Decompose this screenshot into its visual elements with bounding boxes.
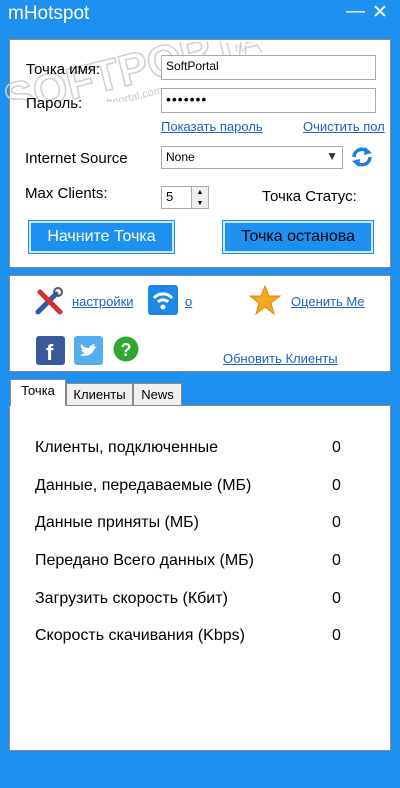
password-input[interactable]: ••••••• [161, 88, 376, 113]
chevron-down-icon: ▼ [326, 149, 338, 163]
settings-tools-icon[interactable] [34, 286, 66, 316]
stepper-buttons: ▲ ▼ [191, 187, 208, 208]
internet-source-select[interactable]: None ▼ [161, 146, 343, 169]
tab-hotspot[interactable]: Точка [10, 379, 66, 406]
stat-label: Передано Всего данных (МБ) [35, 552, 254, 569]
tab-clients[interactable]: Клиенты [66, 383, 133, 407]
stat-value: 0 [332, 627, 341, 644]
stat-label: Загрузить скорость (Кбит) [35, 590, 228, 607]
svg-text:f: f [46, 340, 54, 365]
tab-news[interactable]: News [133, 383, 182, 407]
start-hotspot-button[interactable]: Начните Точка [28, 220, 175, 254]
rate-me-link[interactable]: Оценить Me [291, 294, 364, 309]
max-clients-label: Max Clients: [25, 185, 108, 202]
stat-value: 0 [332, 439, 341, 456]
stat-value: 0 [332, 514, 341, 531]
stat-label: Скорость скачивания (Kbps) [35, 627, 245, 644]
stat-value: 0 [332, 590, 341, 607]
svg-text:?: ? [121, 340, 132, 360]
show-password-link[interactable]: Показать пароль [161, 119, 263, 134]
close-button[interactable]: ✕ [372, 1, 388, 24]
app-title: mHotspot [8, 3, 90, 24]
stat-label: Данные, передаваемые (МБ) [35, 477, 252, 494]
internet-source-value: None [166, 150, 195, 164]
settings-link[interactable]: настройки [72, 294, 134, 309]
stop-hotspot-button[interactable]: Точка останова [222, 220, 374, 254]
hotspot-name-label: Точка имя: [26, 61, 101, 78]
refresh-clients-link[interactable]: Обновить Клиенты [223, 351, 338, 366]
stepper-up-icon[interactable]: ▲ [192, 187, 208, 198]
clear-password-link[interactable]: Очистить пол [303, 119, 385, 134]
refresh-icon[interactable] [350, 145, 374, 169]
password-label: Пароль: [26, 95, 83, 112]
star-icon[interactable] [249, 285, 281, 315]
title-bar: mHotspot — ✕ [0, 0, 400, 28]
facebook-icon[interactable]: f [36, 336, 65, 365]
stepper-down-icon[interactable]: ▼ [192, 197, 208, 208]
hotspot-status-label: Точка Статус: [262, 188, 357, 205]
twitter-icon[interactable] [74, 336, 103, 365]
stat-label: Клиенты, подключенные [35, 439, 219, 456]
stat-label: Данные приняты (МБ) [35, 514, 200, 531]
about-link[interactable]: о [185, 294, 192, 309]
max-clients-stepper[interactable]: 5 ▲ ▼ [161, 186, 209, 209]
internet-source-label: Internet Source [25, 150, 128, 167]
hotspot-name-input[interactable]: SoftPortal [161, 55, 376, 80]
stat-value: 0 [332, 552, 341, 569]
minimize-button[interactable]: — [346, 1, 365, 23]
wifi-icon[interactable] [148, 285, 178, 315]
max-clients-value: 5 [166, 189, 174, 204]
help-icon[interactable]: ? [113, 336, 139, 362]
stat-value: 0 [332, 477, 341, 494]
